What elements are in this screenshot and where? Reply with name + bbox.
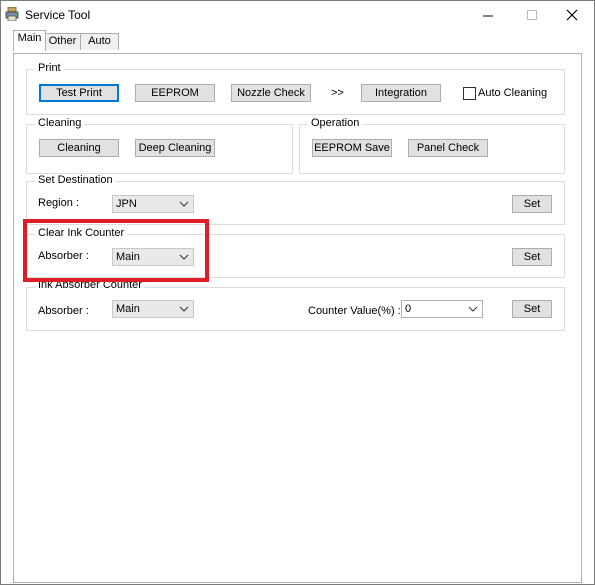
counter-absorber-value: Main xyxy=(116,303,140,315)
window-body: Main Other Auto Print Test Print EEPROM … xyxy=(1,30,594,584)
counter-absorber-select[interactable]: Main xyxy=(112,300,194,318)
tab-other-label: Other xyxy=(48,35,77,47)
counter-value-label: Counter Value(%) : xyxy=(308,305,401,317)
auto-cleaning-checkbox[interactable] xyxy=(463,87,476,100)
service-tool-window: Service Tool Main Other Auto Print Test … xyxy=(0,0,595,585)
ink-absorber-counter-set-button[interactable]: Set xyxy=(512,300,552,318)
window-title: Service Tool xyxy=(25,8,91,22)
tab-main[interactable]: Main xyxy=(13,30,46,51)
operation-group: Operation EEPROM Save Panel Check xyxy=(299,117,565,174)
ink-absorber-counter-group: Ink Absorber Counter Absorber : Main Cou… xyxy=(26,279,565,331)
region-label: Region : xyxy=(38,197,79,209)
tab-other[interactable]: Other xyxy=(44,33,81,50)
nozzle-check-button[interactable]: Nozzle Check xyxy=(231,84,311,102)
close-icon xyxy=(566,9,578,21)
chevron-down-icon xyxy=(179,201,189,207)
counter-value: 0 xyxy=(405,303,412,315)
clear-ink-counter-set-button[interactable]: Set xyxy=(512,248,552,266)
cleaning-group: Cleaning Cleaning Deep Cleaning xyxy=(26,117,293,174)
panel-check-button[interactable]: Panel Check xyxy=(408,139,488,157)
maximize-button[interactable] xyxy=(510,1,554,29)
printer-app-icon xyxy=(5,7,19,21)
tab-auto[interactable]: Auto xyxy=(80,33,119,50)
set-destination-set-button[interactable]: Set xyxy=(512,195,552,213)
print-group: Print Test Print EEPROM Nozzle Check >> … xyxy=(26,62,565,115)
tab-main-label: Main xyxy=(17,32,42,44)
eeprom-save-button[interactable]: EEPROM Save xyxy=(312,139,392,157)
print-group-label: Print xyxy=(35,62,64,74)
deep-cleaning-button[interactable]: Deep Cleaning xyxy=(135,139,215,157)
chevron-down-icon xyxy=(468,306,478,312)
minimize-button[interactable] xyxy=(466,1,510,29)
cleaning-group-label: Cleaning xyxy=(35,117,85,129)
operation-group-label: Operation xyxy=(308,117,363,129)
close-button[interactable] xyxy=(550,1,594,29)
main-tab-panel: Print Test Print EEPROM Nozzle Check >> … xyxy=(13,53,582,583)
set-destination-group-label: Set Destination xyxy=(35,174,116,186)
arrows-text: >> xyxy=(331,87,344,99)
integration-button[interactable]: Integration xyxy=(361,84,441,102)
region-select[interactable]: JPN xyxy=(112,195,194,213)
counter-value-select[interactable]: 0 xyxy=(401,300,483,318)
test-print-button[interactable]: Test Print xyxy=(39,84,119,102)
chevron-down-icon xyxy=(179,306,189,312)
tab-auto-label: Auto xyxy=(88,35,111,47)
cleaning-button[interactable]: Cleaning xyxy=(39,139,119,157)
region-value: JPN xyxy=(116,198,137,210)
title-bar: Service Tool xyxy=(1,1,594,29)
counter-absorber-label: Absorber : xyxy=(38,305,89,317)
minimize-icon xyxy=(482,15,493,16)
eeprom-button[interactable]: EEPROM xyxy=(135,84,215,102)
maximize-icon xyxy=(526,9,537,20)
highlight-annotation xyxy=(23,219,209,282)
auto-cleaning-label: Auto Cleaning xyxy=(478,87,548,99)
